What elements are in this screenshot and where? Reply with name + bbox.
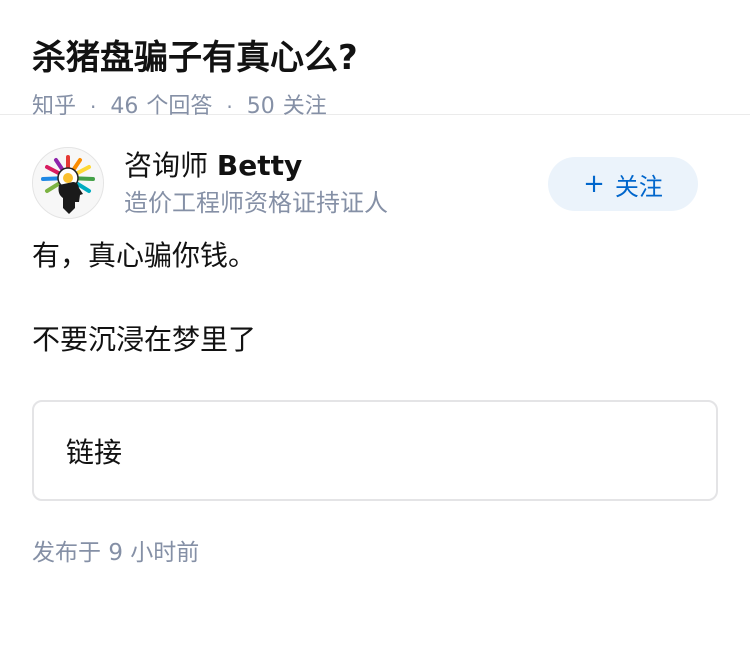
question-meta: 知乎 · 46 个回答 · 50 关注 <box>32 92 718 122</box>
author-bio: 造价工程师资格证持证人 <box>124 189 388 217</box>
author-info: 咨询师 Betty 造价工程师资格证持证人 + 关注 <box>32 147 718 247</box>
meta-separator: · <box>90 95 97 119</box>
question-source[interactable]: 知乎 <box>32 92 76 122</box>
author-name-cn: 咨询师 <box>124 149 209 182</box>
answer-content: 有，真心骗你钱。 不要沉浸在梦里了 <box>32 236 718 360</box>
colorful-brain-head-icon <box>33 148 103 218</box>
follower-count: 50 <box>246 94 275 119</box>
answer-paragraph: 不要沉浸在梦里了 <box>32 323 257 356</box>
publish-prefix: 发布于 <box>32 540 101 566</box>
link-card[interactable]: 链接 <box>32 400 718 501</box>
plus-icon: + <box>583 169 605 199</box>
question-title[interactable]: 杀猪盘骗子有真心么? <box>32 36 718 80</box>
follower-count-label: 关注 <box>282 94 327 119</box>
answer-card: 咨询师 Betty 造价工程师资格证持证人 + 关注 有，真心骗你钱。 不要沉浸… <box>0 147 750 569</box>
meta-separator: · <box>226 95 233 119</box>
answer-count-label: 个回答 <box>146 94 213 119</box>
question-header: 杀猪盘骗子有真心么? 知乎 · 46 个回答 · 50 关注 <box>0 0 750 119</box>
follow-button[interactable]: + 关注 <box>548 157 698 211</box>
link-card-label: 链接 <box>66 435 123 469</box>
author-name[interactable]: 咨询师 Betty <box>124 147 302 185</box>
follow-button-label: 关注 <box>614 172 663 201</box>
author-name-en: Betty <box>216 149 303 182</box>
avatar[interactable] <box>32 147 104 219</box>
publish-time-value: 9 小时前 <box>108 540 200 566</box>
publish-time: 发布于 9 小时前 <box>32 537 718 569</box>
answer-count: 46 <box>110 94 139 119</box>
